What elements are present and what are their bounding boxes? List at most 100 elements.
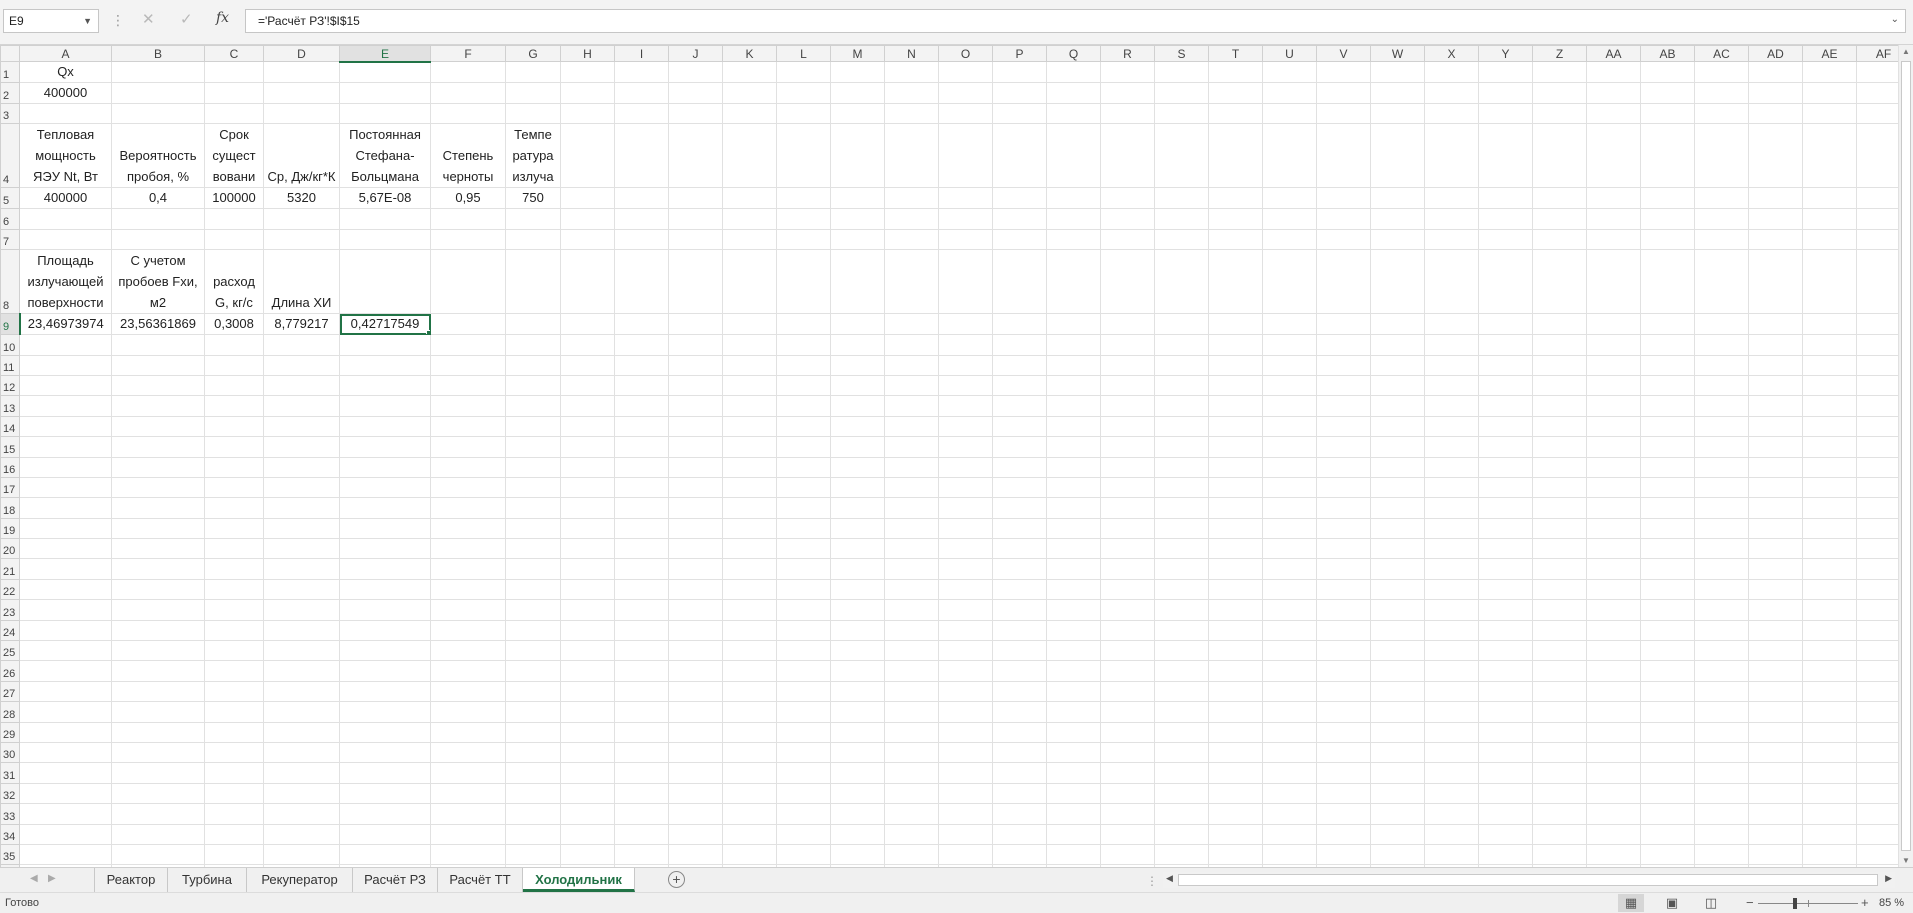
tab-raschet-tt[interactable]: Расчёт ТТ (438, 868, 523, 892)
cell-b3[interactable] (111, 102, 205, 125)
cell-k20[interactable] (722, 538, 777, 560)
cell-aa31[interactable] (1586, 762, 1641, 784)
cell-l9[interactable] (776, 313, 831, 336)
cell-h4[interactable] (560, 123, 615, 189)
cell-y17[interactable] (1478, 476, 1533, 499)
cell-s1[interactable] (1154, 61, 1209, 83)
cell-e26[interactable] (339, 660, 431, 682)
cell-af17[interactable] (1856, 476, 1898, 499)
cell-h25[interactable] (560, 640, 615, 662)
cell-m29[interactable] (830, 721, 885, 743)
cell-x3[interactable] (1424, 102, 1479, 125)
cell-p20[interactable] (992, 538, 1047, 560)
cell-y20[interactable] (1478, 538, 1533, 560)
cell-y19[interactable] (1478, 517, 1533, 540)
cell-i14[interactable] (614, 415, 669, 438)
cell-j16[interactable] (668, 456, 723, 478)
cell-x32[interactable] (1424, 782, 1479, 805)
column-header-t[interactable]: T (1208, 45, 1263, 62)
cell-z14[interactable] (1532, 415, 1587, 438)
cell-ad32[interactable] (1748, 782, 1803, 805)
cell-aa5[interactable] (1586, 187, 1641, 210)
row-header-20[interactable]: 20 (0, 538, 20, 560)
cell-k21[interactable] (722, 558, 777, 580)
tab-reaktor[interactable]: Реактор (94, 868, 168, 892)
cell-m22[interactable] (830, 578, 885, 601)
cell-s17[interactable] (1154, 476, 1209, 499)
cell-ae3[interactable] (1802, 102, 1857, 125)
cell-n1[interactable] (884, 61, 939, 83)
cell-a33[interactable] (19, 803, 112, 825)
cell-af30[interactable] (1856, 741, 1898, 764)
cell-ae31[interactable] (1802, 762, 1857, 784)
cell-b33[interactable] (111, 803, 205, 825)
cell-u24[interactable] (1262, 619, 1317, 642)
cell-v5[interactable] (1316, 187, 1371, 210)
cell-ad25[interactable] (1748, 640, 1803, 662)
cell-a8[interactable]: Площадь излучающей поверхности (19, 249, 112, 315)
cell-ac25[interactable] (1694, 640, 1749, 662)
cell-ac5[interactable] (1694, 187, 1749, 210)
cell-o16[interactable] (938, 456, 993, 478)
cell-w12[interactable] (1370, 374, 1425, 397)
expand-formula-icon[interactable]: ⌄ (1891, 14, 1899, 25)
cell-d15[interactable] (263, 436, 340, 458)
cell-v7[interactable] (1316, 228, 1371, 251)
cell-aa25[interactable] (1586, 640, 1641, 662)
cell-i28[interactable] (614, 701, 669, 723)
cell-i22[interactable] (614, 578, 669, 601)
cell-v19[interactable] (1316, 517, 1371, 540)
row-header-2[interactable]: 2 (0, 82, 20, 104)
cell-n17[interactable] (884, 476, 939, 499)
cell-t6[interactable] (1208, 208, 1263, 230)
cell-c9[interactable]: 0,3008 (204, 313, 264, 336)
row-header-5[interactable]: 5 (0, 187, 20, 210)
cell-f8[interactable] (430, 249, 506, 315)
cell-v9[interactable] (1316, 313, 1371, 336)
cell-d34[interactable] (263, 823, 340, 845)
cell-k2[interactable] (722, 82, 777, 104)
cell-m12[interactable] (830, 374, 885, 397)
cell-j33[interactable] (668, 803, 723, 825)
cell-af14[interactable] (1856, 415, 1898, 438)
cell-ac30[interactable] (1694, 741, 1749, 764)
cell-x25[interactable] (1424, 640, 1479, 662)
cell-r26[interactable] (1100, 660, 1155, 682)
cell-af34[interactable] (1856, 823, 1898, 845)
cell-d32[interactable] (263, 782, 340, 805)
cell-u34[interactable] (1262, 823, 1317, 845)
cell-y10[interactable] (1478, 334, 1533, 356)
cell-m31[interactable] (830, 762, 885, 784)
cell-ac22[interactable] (1694, 578, 1749, 601)
cell-b34[interactable] (111, 823, 205, 845)
cell-ae35[interactable] (1802, 843, 1857, 866)
cell-w33[interactable] (1370, 803, 1425, 825)
cell-ab30[interactable] (1640, 741, 1695, 764)
cell-ab33[interactable] (1640, 803, 1695, 825)
cell-n8[interactable] (884, 249, 939, 315)
cell-k9[interactable] (722, 313, 777, 336)
cell-s10[interactable] (1154, 334, 1209, 356)
cell-b16[interactable] (111, 456, 205, 478)
cell-s13[interactable] (1154, 395, 1209, 417)
cell-aa8[interactable] (1586, 249, 1641, 315)
cell-h5[interactable] (560, 187, 615, 210)
cell-d22[interactable] (263, 578, 340, 601)
cell-w28[interactable] (1370, 701, 1425, 723)
cell-aa20[interactable] (1586, 538, 1641, 560)
cell-t11[interactable] (1208, 354, 1263, 376)
cell-o8[interactable] (938, 249, 993, 315)
cell-n26[interactable] (884, 660, 939, 682)
cell-ac34[interactable] (1694, 823, 1749, 845)
cell-p13[interactable] (992, 395, 1047, 417)
cell-ad26[interactable] (1748, 660, 1803, 682)
cell-z2[interactable] (1532, 82, 1587, 104)
cell-z32[interactable] (1532, 782, 1587, 805)
cell-ad28[interactable] (1748, 701, 1803, 723)
cell-b17[interactable] (111, 476, 205, 499)
cell-f4[interactable]: Степень черноты (430, 123, 506, 189)
cell-f13[interactable] (430, 395, 506, 417)
cell-h27[interactable] (560, 680, 615, 703)
cell-k10[interactable] (722, 334, 777, 356)
cell-y13[interactable] (1478, 395, 1533, 417)
